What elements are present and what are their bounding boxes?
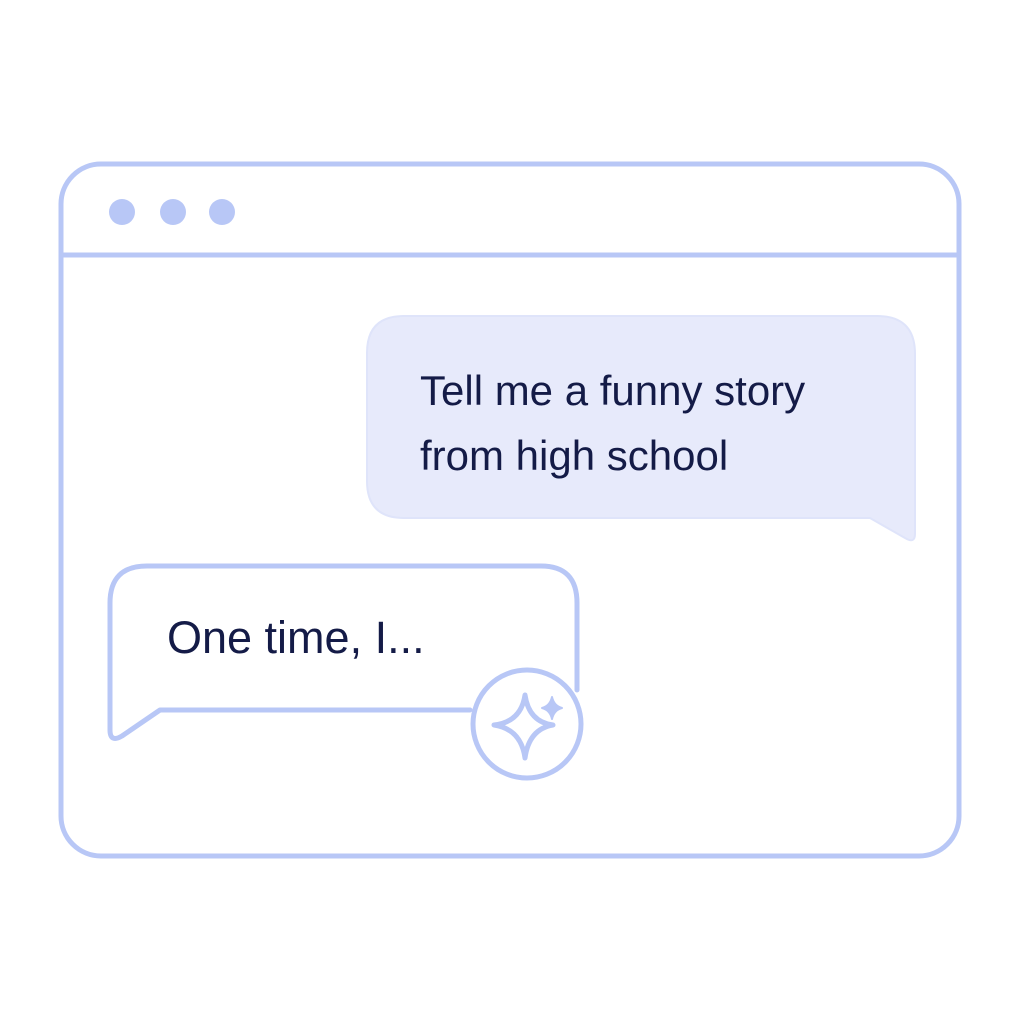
chat-window-illustration — [58, 161, 962, 859]
user-message-line: Tell me a funny story — [420, 367, 806, 414]
assistant-avatar-badge — [470, 667, 584, 781]
user-message-line: from high school — [420, 432, 729, 479]
user-message-text: Tell me a funny story from high school — [420, 358, 805, 488]
window-dot-3[interactable] — [209, 199, 235, 225]
assistant-message-text: One time, I... — [167, 612, 425, 663]
window-dot-1[interactable] — [109, 199, 135, 225]
window-dot-2[interactable] — [160, 199, 186, 225]
